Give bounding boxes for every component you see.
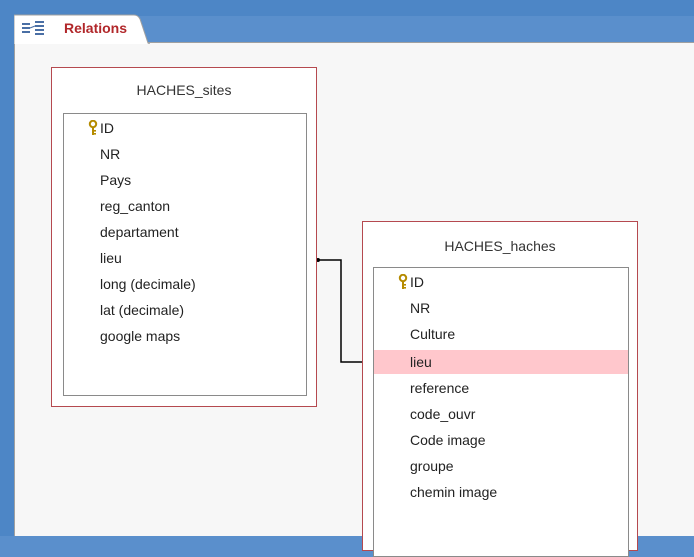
field-name: departament	[100, 224, 179, 240]
field-row[interactable]: code_ouvr	[374, 402, 628, 426]
field-row[interactable]: reference	[374, 376, 628, 400]
field-row[interactable]: groupe	[374, 454, 628, 478]
field-row[interactable]: google maps	[64, 324, 306, 348]
field-name: ID	[410, 274, 424, 290]
field-name: reference	[410, 380, 470, 396]
field-row[interactable]: departament	[64, 220, 306, 244]
field-name: chemin image	[410, 484, 498, 500]
field-name: NR	[100, 146, 121, 162]
field-list[interactable]: ID NR Culture lieu reference code_ouvr C…	[373, 267, 629, 557]
field-row[interactable]: Culture	[374, 322, 628, 346]
field-row[interactable]: ID	[374, 270, 628, 294]
field-list[interactable]: ID NR Pays reg_canton departament lieu l…	[63, 113, 307, 396]
field-row[interactable]: Code image	[374, 428, 628, 452]
primary-key-icon	[398, 274, 408, 289]
field-row[interactable]: NR	[374, 296, 628, 320]
field-name: code_ouvr	[410, 406, 476, 422]
field-row[interactable]: lat (decimale)	[64, 298, 306, 322]
field-row[interactable]: reg_canton	[64, 194, 306, 218]
field-row[interactable]: lieu	[64, 246, 306, 270]
field-row[interactable]: Pays	[64, 168, 306, 192]
table-title[interactable]: HACHES_haches	[363, 238, 637, 254]
field-name: ID	[100, 120, 114, 136]
field-row[interactable]: chemin image	[374, 480, 628, 504]
table-title[interactable]: HACHES_sites	[52, 82, 316, 98]
field-name: lieu	[100, 250, 122, 266]
field-row[interactable]: ID	[64, 116, 306, 140]
table-haches-haches[interactable]: HACHES_haches ID NR Culture lieu referen…	[362, 221, 638, 557]
field-row[interactable]: long (decimale)	[64, 272, 306, 296]
field-name: Code image	[410, 432, 486, 448]
field-name: google maps	[100, 328, 181, 344]
primary-key-icon	[88, 120, 98, 135]
table-haches-sites[interactable]: HACHES_sites ID NR Pays reg_canton depar…	[51, 67, 317, 407]
field-name: reg_canton	[100, 198, 171, 214]
field-name: long (decimale)	[100, 276, 196, 292]
field-name: groupe	[410, 458, 454, 474]
field-name: lieu	[410, 354, 432, 370]
field-row-selected[interactable]: lieu	[374, 350, 628, 374]
field-name: NR	[410, 300, 431, 316]
field-name: Pays	[100, 172, 132, 188]
field-name: lat (decimale)	[100, 302, 185, 318]
field-row[interactable]: NR	[64, 142, 306, 166]
field-name: Culture	[410, 326, 456, 342]
